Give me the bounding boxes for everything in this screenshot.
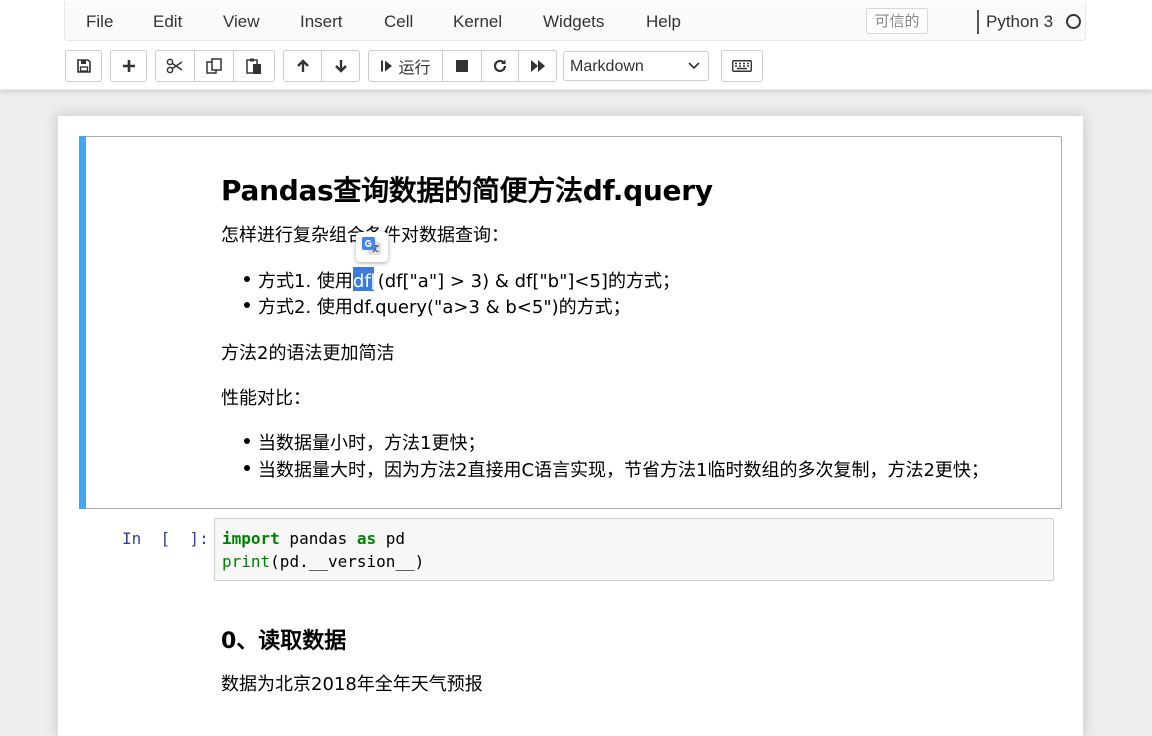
code-line-2: print(pd.__version__) [222, 552, 424, 571]
cell-type-value: Markdown [570, 58, 644, 75]
method1-selected-text: df[ [352, 271, 378, 292]
perf-item-1: 当数据量小时，方法1更快； [258, 433, 486, 454]
translate-popup-button[interactable] [356, 232, 388, 262]
menu-cell[interactable]: Cell [384, 12, 413, 32]
copy-button[interactable] [194, 50, 234, 82]
step-forward-icon [381, 60, 393, 72]
perf-item-2: 当数据量大时，因为方法2直接用C语言实现，节省方法1临时数组的多次复制，方法2更… [258, 460, 989, 481]
chevron-down-icon [688, 62, 700, 70]
scissors-icon [166, 58, 183, 74]
module-name: pandas [279, 529, 357, 548]
command-palette-button[interactable] [721, 50, 763, 82]
run-label: 运行 [398, 58, 431, 77]
keyword-import: import [222, 529, 280, 548]
kernel-divider [977, 10, 979, 34]
cell-type-select[interactable]: Markdown [563, 51, 709, 81]
kernel-idle-icon [1066, 14, 1081, 29]
menu-widgets[interactable]: Widgets [543, 12, 604, 32]
insert-cell-button[interactable] [110, 50, 147, 82]
restart-run-all-button[interactable] [518, 50, 557, 82]
builtin-print: print [222, 552, 271, 571]
notebook-header: File Edit View Insert Cell Kernel Widget… [0, 0, 1152, 90]
menu-kernel[interactable]: Kernel [453, 12, 502, 32]
plus-icon [122, 60, 135, 72]
bullet [244, 302, 250, 308]
bullet [244, 438, 250, 444]
section-heading: 0、读取数据 [221, 629, 347, 654]
keyword-as: as [356, 529, 377, 548]
fast-forward-icon [530, 60, 545, 72]
method1-suffix: (df["a"] > 3) & df["b"]<5]的方式； [377, 271, 680, 292]
code-line-1: import pandas as pd [222, 529, 405, 548]
menu-insert[interactable]: Insert [300, 12, 343, 32]
cut-button[interactable] [155, 50, 195, 82]
print-args: (pd.__version__) [270, 552, 425, 571]
move-up-button[interactable] [283, 50, 322, 82]
bullet [244, 276, 250, 282]
move-down-button[interactable] [321, 50, 360, 82]
markdown-title: Pandas查询数据的简便方法df.query [221, 174, 713, 207]
selected-cell-indicator [79, 136, 86, 509]
menu-bar: File Edit View Insert Cell Kernel Widget… [64, 1, 1086, 41]
trusted-badge[interactable]: 可信的 [866, 8, 928, 34]
method1-prefix: 方式1. 使用 [258, 271, 353, 292]
code-input-area[interactable]: import pandas as pd print(pd.__version__… [214, 518, 1054, 581]
note-text: 方法2的语法更加简洁 [221, 343, 395, 364]
menu-edit[interactable]: Edit [153, 12, 182, 32]
restart-button[interactable] [481, 50, 519, 82]
stop-icon [456, 60, 468, 72]
google-translate-icon [362, 237, 381, 255]
paste-button[interactable] [233, 50, 275, 82]
kernel-name[interactable]: Python 3 [986, 12, 1053, 32]
section-description: 数据为北京2018年全年天气预报 [221, 674, 483, 695]
method1-item: 方式1. 使用df[(df["a"] > 3) & df["b"]<5]的方式； [258, 267, 680, 293]
bullet [244, 465, 250, 471]
save-icon [76, 59, 91, 73]
menu-help[interactable]: Help [646, 12, 681, 32]
keyboard-icon [732, 60, 752, 72]
restart-icon [493, 59, 507, 73]
menu-view[interactable]: View [223, 12, 260, 32]
paste-icon [246, 58, 261, 74]
menu-file[interactable]: File [86, 12, 113, 32]
interrupt-button[interactable] [442, 50, 482, 82]
arrow-down-icon [334, 60, 347, 73]
copy-icon [206, 58, 222, 74]
arrow-up-icon [296, 59, 309, 72]
run-button[interactable]: 运行 [368, 50, 443, 82]
method2-item: 方式2. 使用df.query("a>3 & b<5")的方式； [258, 297, 631, 318]
module-alias: pd [376, 529, 406, 548]
input-prompt: In [ ]: [122, 529, 209, 548]
perf-heading: 性能对比： [221, 388, 311, 409]
save-button[interactable] [65, 50, 102, 82]
